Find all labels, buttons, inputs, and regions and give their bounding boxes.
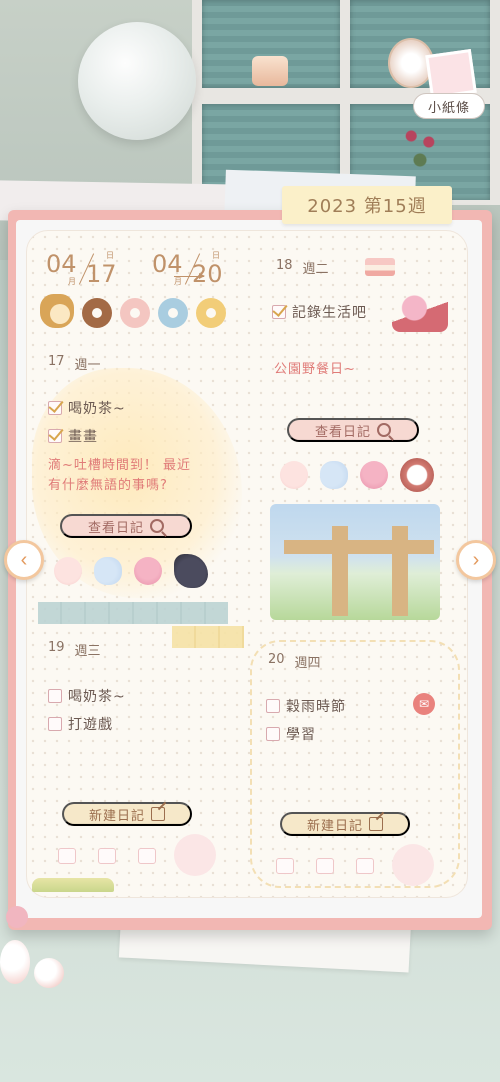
date-range: 04 月 日 17 04 月 日 20	[46, 250, 266, 290]
checkbox-unchecked[interactable]	[48, 689, 62, 703]
day-weekday: 週一	[74, 358, 101, 373]
day-header: 20 週四	[268, 652, 321, 671]
day-header: 19 週三	[48, 640, 101, 659]
checkbox-checked[interactable]	[272, 305, 286, 319]
checkbox-unchecked[interactable]	[48, 717, 62, 731]
day-date: 20	[268, 652, 285, 667]
donut-icon[interactable]	[120, 298, 150, 328]
photo-decoration	[425, 49, 477, 99]
task-item[interactable]: 穀雨時節	[266, 696, 346, 716]
note-button[interactable]: 小紙條	[413, 93, 485, 119]
charm-decoration	[0, 888, 70, 1028]
mood-row	[40, 294, 226, 328]
sticker-row	[54, 554, 208, 588]
chevron-left-icon[interactable]: ‹	[4, 540, 44, 580]
sticker-slot[interactable]	[174, 834, 216, 876]
mood-slot[interactable]	[276, 858, 294, 874]
cake-sticker-icon	[365, 258, 395, 276]
new-diary-button[interactable]: 新建日記	[280, 812, 410, 836]
gift-icon[interactable]: ✉	[413, 693, 435, 715]
week-tab: 2023 第15週	[282, 186, 452, 224]
edit-icon	[369, 817, 383, 831]
chevron-right-icon[interactable]: ›	[456, 540, 496, 580]
day-date: 17	[48, 354, 65, 369]
dark-sticker-icon	[174, 554, 208, 588]
task-label: 穀雨時節	[286, 699, 346, 715]
view-diary-button[interactable]: 查看日記	[287, 418, 419, 442]
task-label: 喝奶茶~	[68, 401, 126, 417]
girl-sticker-icon	[360, 461, 388, 489]
month-unit: 月	[174, 277, 182, 286]
washi-tape	[38, 602, 228, 624]
start-month: 04	[46, 250, 77, 278]
checkbox-checked[interactable]	[48, 401, 62, 415]
task-item[interactable]: 畫畫	[48, 426, 98, 446]
face-sticker-icon	[54, 557, 82, 585]
checkbox-checked[interactable]	[48, 429, 62, 443]
button-label: 新建日記	[306, 817, 363, 833]
task-label: 打遊戲	[68, 717, 113, 733]
task-label: 喝奶茶~	[68, 689, 126, 705]
donut-icon[interactable]	[158, 298, 188, 328]
end-month: 04	[152, 250, 183, 278]
task-item[interactable]: 喝奶茶~	[48, 686, 126, 706]
mood-slot[interactable]	[98, 848, 116, 864]
girl-sticker-icon	[134, 557, 162, 585]
mood-slot[interactable]	[356, 858, 374, 874]
start-day: 17	[86, 260, 117, 288]
day-weekday: 週四	[294, 656, 321, 671]
end-day: 20	[192, 260, 223, 288]
sticker-row	[280, 458, 434, 492]
day-header: 17 週一	[48, 354, 101, 373]
checkbox-unchecked[interactable]	[266, 699, 280, 713]
task-label: 畫畫	[68, 429, 98, 445]
task-item[interactable]: 記錄生活吧	[272, 302, 367, 322]
mood-slot[interactable]	[58, 848, 76, 864]
mood-slot[interactable]	[138, 848, 156, 864]
doll-sticker-icon	[400, 458, 434, 492]
button-label: 新建日記	[88, 807, 145, 823]
task-item[interactable]: 學習	[266, 724, 316, 744]
day-weekday: 週三	[74, 644, 101, 659]
picnic-sticker-icon	[392, 292, 448, 332]
search-icon	[377, 423, 391, 437]
edit-icon	[151, 807, 165, 821]
day-weekday: 週二	[302, 262, 329, 277]
cloud-sticker-icon	[94, 557, 122, 585]
task-label: 學習	[286, 727, 316, 743]
flower-decoration	[398, 118, 442, 178]
face-sticker-icon	[280, 461, 308, 489]
cake-decoration	[252, 56, 288, 86]
cloud-sticker-icon	[320, 461, 348, 489]
view-diary-button[interactable]: 查看日記	[60, 514, 192, 538]
task-item[interactable]: 打遊戲	[48, 714, 113, 734]
checkbox-unchecked[interactable]	[266, 727, 280, 741]
day-header: 18 週二	[276, 258, 329, 277]
mood-slot[interactable]	[316, 858, 334, 874]
donut-icon[interactable]	[82, 298, 112, 328]
washi-tape	[172, 626, 244, 648]
new-diary-button[interactable]: 新建日記	[62, 802, 192, 826]
crystal-ball-decoration	[78, 22, 196, 140]
search-icon	[150, 519, 164, 533]
cat-icon[interactable]	[40, 294, 74, 328]
donut-icon[interactable]	[196, 298, 226, 328]
day-note: 滴~吐槽時間到！ 最近 有什麼無語的事嗎?	[48, 458, 192, 493]
sticker-slot[interactable]	[392, 844, 434, 886]
lily-painting-sticker	[270, 504, 440, 620]
button-label: 查看日記	[314, 423, 371, 439]
day-date: 19	[48, 640, 65, 655]
task-item[interactable]: 喝奶茶~	[48, 398, 126, 418]
task-label: 記錄生活吧	[292, 305, 367, 321]
month-unit: 月	[68, 277, 76, 286]
day-note: 公園野餐日~	[274, 362, 356, 377]
day-date: 18	[276, 258, 293, 273]
button-label: 查看日記	[87, 519, 144, 535]
